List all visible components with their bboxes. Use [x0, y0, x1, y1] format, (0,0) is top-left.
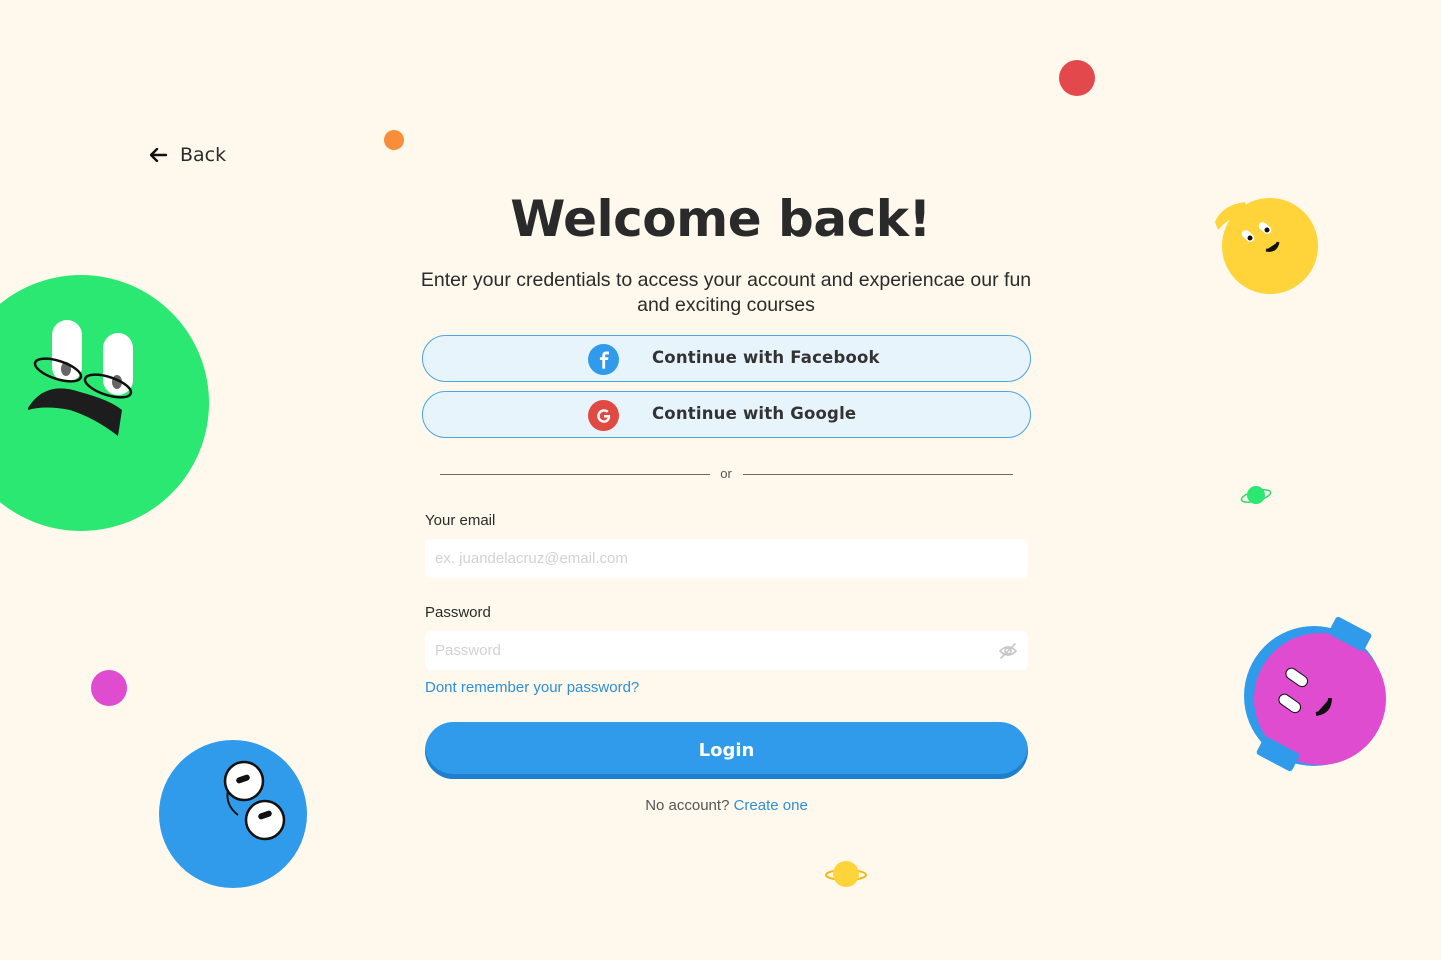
email-label: Your email — [425, 512, 496, 529]
email-field[interactable] — [425, 539, 1028, 578]
arrow-left-icon — [150, 148, 168, 162]
green-character-illustration — [0, 275, 209, 531]
eye-off-icon[interactable] — [998, 641, 1018, 661]
password-label: Password — [425, 604, 491, 621]
divider-right — [743, 474, 1013, 475]
no-account-text: No account? — [645, 797, 730, 814]
google-login-label: Continue with Google — [652, 404, 857, 423]
google-icon — [588, 400, 619, 431]
green-planet-icon — [1240, 486, 1272, 504]
login-button[interactable]: Login — [425, 722, 1028, 779]
facebook-icon — [588, 344, 619, 375]
page-title: Welcome back! — [510, 190, 931, 248]
facebook-login-label: Continue with Facebook — [652, 348, 880, 367]
google-login-button[interactable]: Continue with Google — [422, 391, 1031, 438]
yellow-planet-icon — [825, 861, 867, 887]
divider-left — [440, 474, 710, 475]
password-field[interactable] — [425, 631, 1028, 670]
page-subtitle: Enter your credentials to access your ac… — [420, 268, 1032, 318]
orange-dot — [384, 130, 404, 150]
magenta-dot — [91, 670, 127, 706]
subtitle-line-2: and exciting courses — [637, 294, 815, 316]
red-dot — [1059, 60, 1095, 96]
facebook-login-button[interactable]: Continue with Facebook — [422, 335, 1031, 382]
create-account-link[interactable]: Create one — [734, 797, 808, 814]
magenta-character-illustration — [1244, 616, 1386, 772]
back-link[interactable]: Back — [150, 144, 226, 166]
blue-character-illustration — [159, 740, 307, 888]
back-label: Back — [180, 144, 227, 166]
signup-prompt: No account? Create one — [425, 797, 1028, 814]
subtitle-line-1: Enter your credentials to access your ac… — [420, 269, 1032, 291]
forgot-password-link[interactable]: Dont remember your password? — [425, 679, 639, 696]
